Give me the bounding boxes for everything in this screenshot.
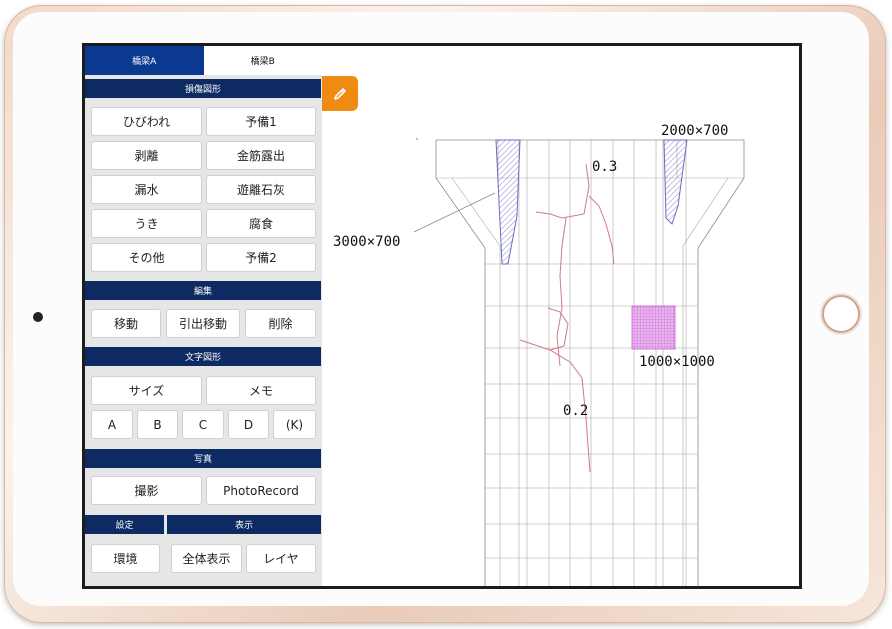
- letter-b-button[interactable]: B: [138, 411, 177, 438]
- rebar-exposed-button[interactable]: 金筋露出: [207, 142, 315, 169]
- capture-button[interactable]: 撮影: [92, 477, 201, 504]
- delete-button[interactable]: 削除: [246, 310, 315, 337]
- section-header-settings: 設定: [85, 515, 164, 534]
- bridge-drawing: 3000×700 2000×700 0.3 1000×1000 0.2: [333, 123, 745, 586]
- label-left-hatch[interactable]: 3000×700: [333, 234, 400, 250]
- tab-bar: 橋梁A 橋梁B: [85, 46, 322, 75]
- reserve2-button[interactable]: 予備2: [207, 244, 315, 271]
- pencil-tool-button[interactable]: [322, 76, 358, 111]
- corrosion-button[interactable]: 腐食: [207, 210, 315, 237]
- drawing-canvas[interactable]: 3000×700 2000×700 0.3 1000×1000 0.2: [322, 46, 799, 586]
- environment-button[interactable]: 環境: [92, 545, 159, 572]
- section-header-display: 表示: [167, 515, 321, 534]
- tab-bridge-a[interactable]: 橋梁A: [85, 46, 204, 75]
- delamination-button[interactable]: うき: [92, 210, 201, 237]
- letter-a-button[interactable]: A: [92, 411, 132, 438]
- reserve1-button[interactable]: 予備1: [207, 108, 315, 135]
- crack-button[interactable]: ひびわれ: [92, 108, 201, 135]
- photorecord-button[interactable]: PhotoRecord: [207, 477, 315, 504]
- peeling-button[interactable]: 剥離: [92, 142, 201, 169]
- letter-d-button[interactable]: D: [229, 411, 268, 438]
- size-button[interactable]: サイズ: [92, 377, 201, 404]
- fit-all-button[interactable]: 全体表示: [172, 545, 241, 572]
- camera-icon: [33, 312, 43, 322]
- leader-move-button[interactable]: 引出移動: [167, 310, 239, 337]
- section-header-edit: 編集: [85, 281, 321, 300]
- pencil-icon: [334, 87, 346, 100]
- section-header-damage: 損傷図形: [85, 79, 321, 98]
- tab-bridge-b[interactable]: 橋梁B: [203, 46, 322, 75]
- home-button[interactable]: [822, 295, 860, 333]
- hatched-area-right[interactable]: [663, 139, 688, 225]
- layer-button[interactable]: レイヤ: [247, 545, 315, 572]
- section-header-photo: 写真: [85, 449, 321, 468]
- sidebar: 橋梁A 橋梁B 損傷図形 ひびわれ 予備1 剥離 金筋露出 漏水 遊離石灰 うき…: [85, 46, 322, 586]
- label-crack-top[interactable]: 0.3: [592, 159, 617, 175]
- efflorescence-button[interactable]: 遊離石灰: [207, 176, 315, 203]
- letter-c-button[interactable]: C: [183, 411, 223, 438]
- section-header-text-shapes: 文字図形: [85, 347, 321, 366]
- repair-patch-area[interactable]: [631, 305, 676, 350]
- other-button[interactable]: その他: [92, 244, 201, 271]
- leader-line-left: [413, 192, 496, 233]
- move-button[interactable]: 移動: [92, 310, 160, 337]
- label-crack-bottom[interactable]: 0.2: [563, 403, 588, 419]
- label-patch[interactable]: 1000×1000: [639, 354, 715, 370]
- letter-k-button[interactable]: (K): [274, 411, 315, 438]
- water-leak-button[interactable]: 漏水: [92, 176, 201, 203]
- label-right-hatch[interactable]: 2000×700: [661, 123, 728, 139]
- memo-button[interactable]: メモ: [207, 377, 315, 404]
